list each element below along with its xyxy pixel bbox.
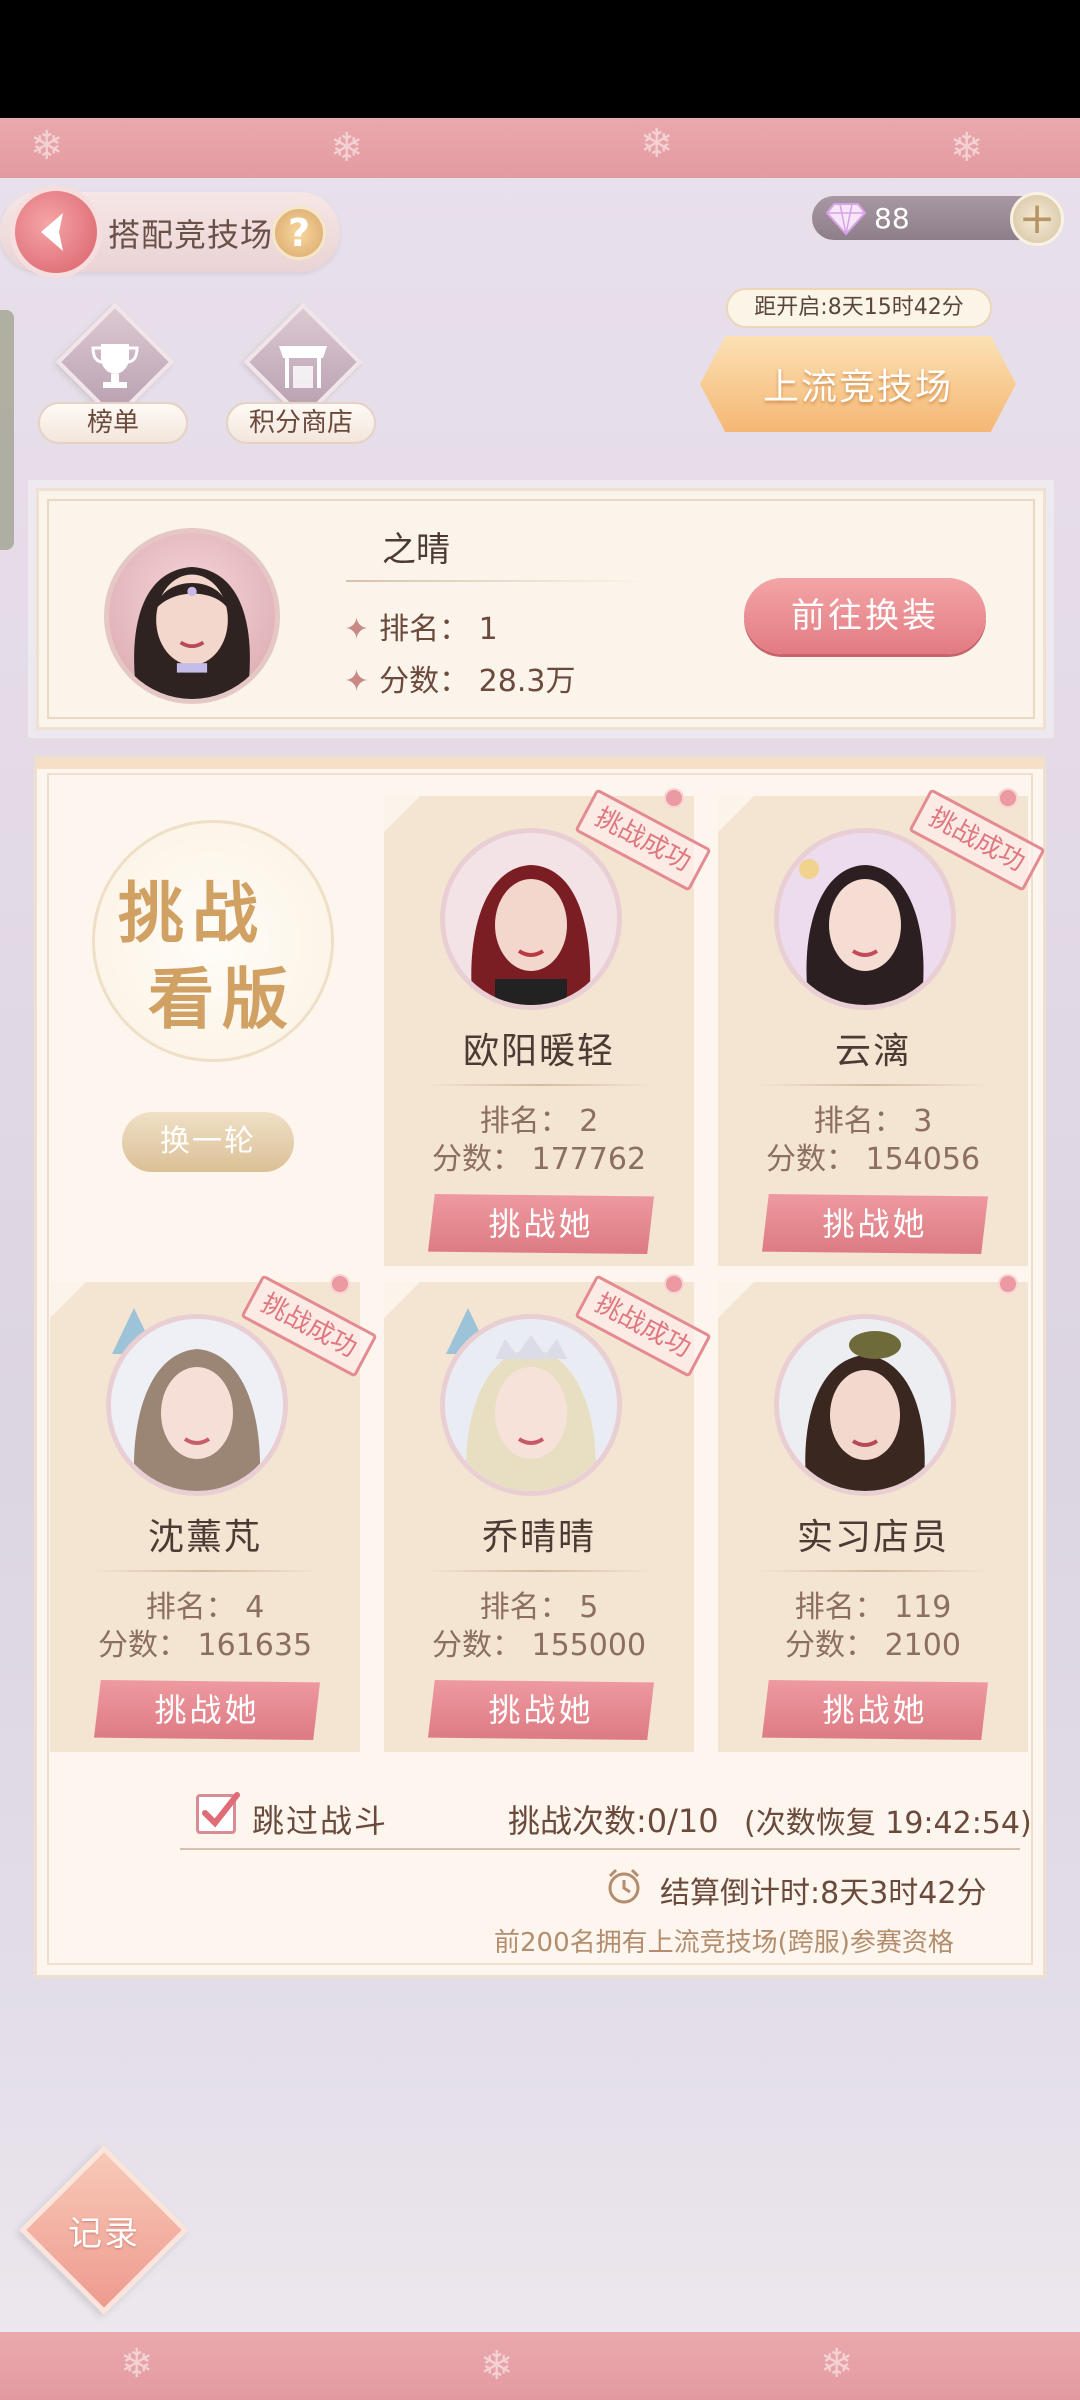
refresh-opponents-button[interactable]: 换一轮 xyxy=(122,1112,294,1172)
badge-title-line1: 挑战 xyxy=(118,875,266,952)
checkmark-icon xyxy=(202,1792,240,1828)
opponent-name: 云漓 xyxy=(834,1031,911,1072)
pin-icon xyxy=(998,1274,1018,1294)
opponent-name: 欧阳暖轻 xyxy=(462,1031,615,1072)
leaderboard-button[interactable]: 榜单 xyxy=(38,302,188,450)
opponent-avatar xyxy=(440,828,622,1010)
player-rank-text: 排名： 1 xyxy=(379,612,498,647)
qualification-note: 前200名拥有上流竞技场(跨服)参赛资格 xyxy=(494,1928,954,1958)
bottom-decor-band: ❄ ❄ ❄ xyxy=(0,2332,1080,2400)
opponent-score: 分数： 161635 xyxy=(97,1628,313,1663)
add-gems-button[interactable]: + xyxy=(1010,192,1064,246)
opponent-name: 沈薰芃 xyxy=(147,1517,262,1558)
name-divider xyxy=(346,580,646,582)
opponent-avatar xyxy=(440,1314,622,1496)
challenge-count: 挑战次数:0/10 xyxy=(508,1802,719,1840)
opponent-card: 乔晴晴 排名： 5 分数： 155000 挑战她 挑战成功 xyxy=(384,1274,712,1752)
pin-icon xyxy=(664,788,684,808)
top-decor-band: ❄ ❄ ❄ ❄ xyxy=(0,118,1080,178)
upper-arena-button[interactable]: 上流竞技场 xyxy=(700,336,1016,432)
page-title: 搭配竞技场 xyxy=(108,216,274,254)
player-rank: ✦ 排名： 1 xyxy=(344,612,498,647)
side-drawer-handle[interactable] xyxy=(0,310,14,550)
back-arrow-icon xyxy=(41,213,63,251)
diamond-icon xyxy=(826,203,866,236)
opponent-avatar xyxy=(774,1314,956,1496)
go-dress-up-button[interactable]: 前往换装 xyxy=(744,578,986,654)
points-shop-button[interactable]: 积分商店 xyxy=(226,302,376,450)
pin-icon xyxy=(664,1274,684,1294)
footer-divider xyxy=(180,1848,1020,1850)
opponent-card: 沈薰芃 排名： 4 分数： 161635 挑战她 挑战成功 xyxy=(50,1274,378,1752)
opponent-avatar xyxy=(774,828,956,1010)
settlement-countdown: 结算倒计时:8天3时42分 xyxy=(660,1876,987,1911)
alarm-clock-icon xyxy=(608,1868,640,1904)
shop-icon xyxy=(279,346,327,388)
leaderboard-label: 榜单 xyxy=(38,402,188,444)
arena-open-countdown: 距开启:8天15时42分 xyxy=(726,288,992,328)
player-score-text: 分数： 28.3万 xyxy=(379,664,576,699)
status-bar-area xyxy=(0,0,1080,118)
player-score: ✦ 分数： 28.3万 xyxy=(344,664,576,699)
opponent-card: 云漓 排名： 3 分数： 154056 挑战她 挑战成功 xyxy=(718,788,1046,1266)
opponent-name: 乔晴晴 xyxy=(481,1517,596,1558)
gem-count: 88 xyxy=(874,202,910,235)
badge-title-line2: 看版 xyxy=(148,961,296,1038)
points-shop-label: 积分商店 xyxy=(226,402,376,444)
challenge-her-button[interactable]: 挑战她 xyxy=(428,1680,654,1740)
challenge-her-button[interactable]: 挑战她 xyxy=(94,1680,320,1740)
player-avatar xyxy=(104,528,280,704)
challenge-her-button[interactable]: 挑战她 xyxy=(428,1194,654,1254)
opponent-score: 分数： 155000 xyxy=(431,1628,647,1663)
pin-icon xyxy=(330,1274,350,1294)
player-name: 之晴 xyxy=(382,530,450,570)
trophy-icon xyxy=(91,344,139,388)
opponent-score: 分数： 154056 xyxy=(765,1142,981,1177)
opponent-card: 实习店员 排名： 119 分数： 2100 挑战她 xyxy=(718,1274,1028,1752)
skip-battle-checkbox[interactable] xyxy=(196,1792,240,1834)
opponent-score: 分数： 2100 xyxy=(785,1628,961,1663)
recover-timer: (次数恢复 19:42:54) xyxy=(744,1806,1032,1841)
opponent-score: 分数： 177762 xyxy=(431,1142,647,1177)
skip-battle-label[interactable]: 跳过战斗 xyxy=(252,1796,388,1842)
challenge-her-button[interactable]: 挑战她 xyxy=(762,1194,988,1254)
help-button[interactable]: ? xyxy=(272,206,326,260)
opponent-avatar xyxy=(106,1314,288,1496)
pin-icon xyxy=(998,788,1018,808)
opponent-card: 欧阳暖轻 排名： 2 分数： 177762 挑战她 挑战成功 xyxy=(384,788,712,1266)
record-label[interactable]: 记录 xyxy=(54,2206,154,2255)
opponent-name: 实习店员 xyxy=(796,1517,949,1558)
challenge-her-button[interactable]: 挑战她 xyxy=(762,1680,988,1740)
back-button[interactable] xyxy=(10,186,102,278)
